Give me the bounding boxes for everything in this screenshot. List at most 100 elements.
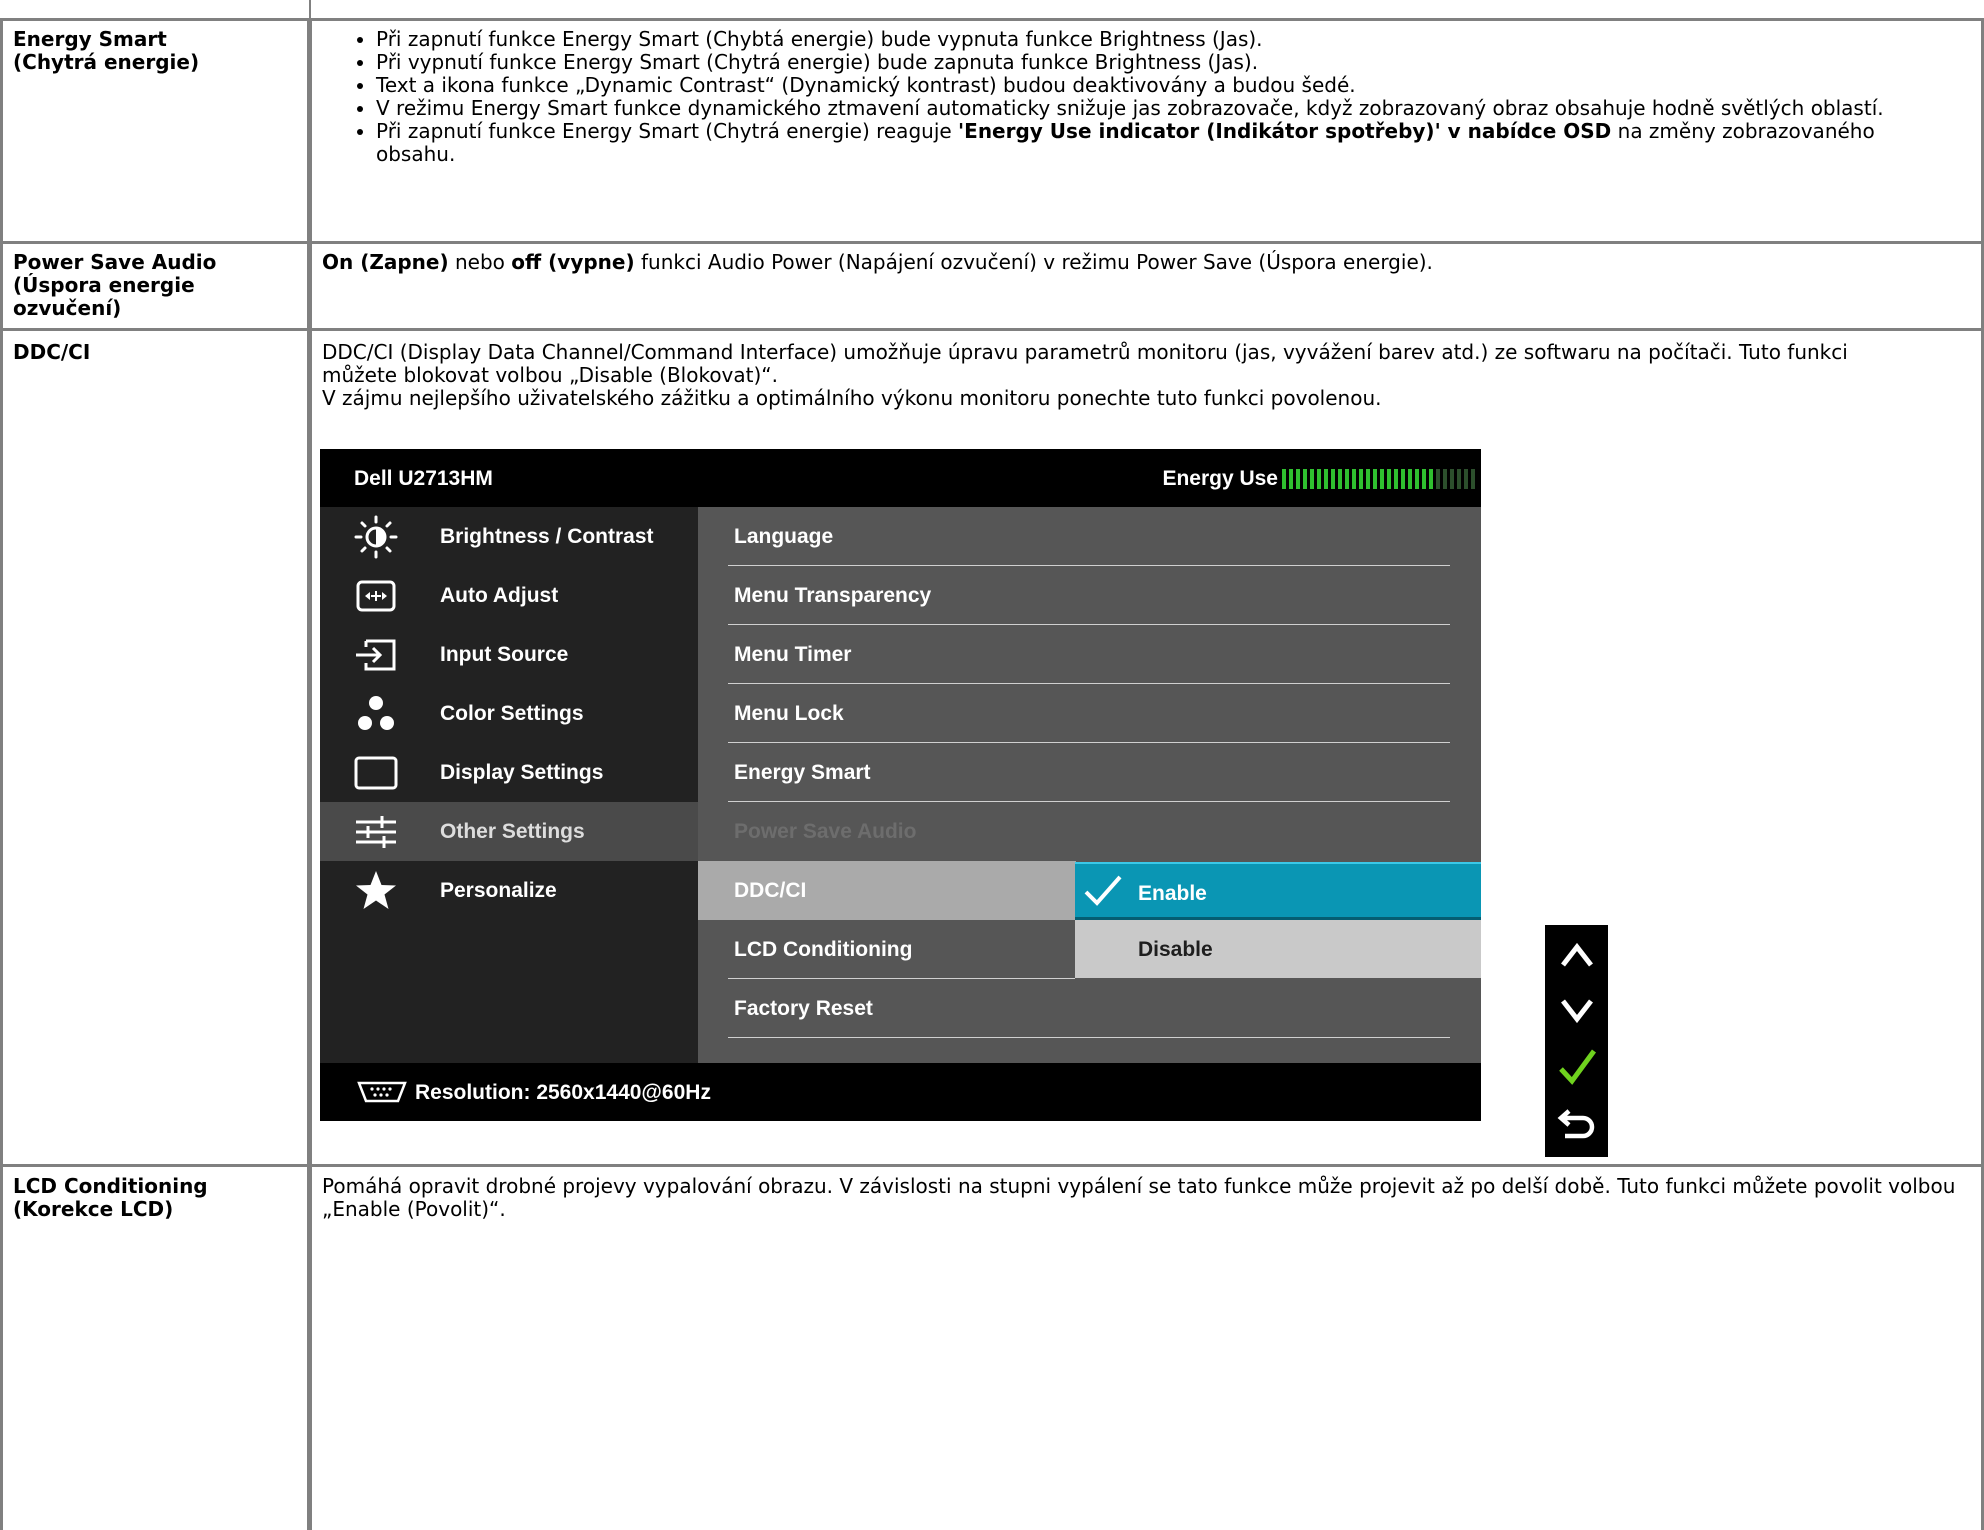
osd-header: Dell U2713HM Energy Use (320, 449, 1481, 507)
label-line: DDC/CI (13, 340, 91, 364)
label-line: (Korekce LCD) (13, 1197, 174, 1221)
bullet-list: Při zapnutí funkce Energy Smart (Chybtá … (320, 28, 1975, 166)
energy-bar-segment (1401, 469, 1405, 489)
label-line: Energy Smart (13, 27, 167, 51)
list-item: Při zapnutí funkce Energy Smart (Chybtá … (376, 28, 1975, 51)
table-border-mid (307, 18, 312, 1530)
submenu-item-label: Language (734, 525, 834, 548)
menu-item-label: Color Settings (440, 702, 584, 725)
energy-bar-segment (1338, 469, 1342, 489)
check-icon[interactable] (1555, 1045, 1599, 1089)
submenu-item-lcd-conditioning[interactable]: LCD Conditioning (698, 920, 1075, 979)
energy-bar-segment (1450, 469, 1454, 489)
check-icon (1084, 875, 1122, 906)
back-icon[interactable] (1555, 1101, 1599, 1145)
energy-bar-segment (1457, 469, 1461, 489)
up-arrow-icon[interactable] (1555, 933, 1599, 977)
row-desc-ddc-ci: DDC/CI (Display Data Channel/Command Int… (322, 341, 1927, 410)
menu-item-other-settings[interactable]: Other Settings (320, 802, 698, 861)
divider (728, 1037, 1450, 1038)
submenu-item-label: Menu Transparency (734, 584, 932, 607)
brightness-icon (354, 515, 398, 559)
energy-bar-segment (1408, 469, 1412, 489)
submenu-item-factory-reset[interactable]: Factory Reset (698, 979, 1450, 1038)
energy-bar-segment (1359, 469, 1363, 489)
submenu-item-energy-smart[interactable]: Energy Smart (698, 743, 1450, 802)
menu-item-auto-adjust[interactable]: Auto Adjust (320, 566, 698, 625)
submenu-item-ddc-ci[interactable]: DDC/CI (698, 861, 1076, 920)
paragraph: V zájmu nejlepšího uživatelského zážitku… (322, 386, 1382, 410)
row-desc-energy-smart: Při zapnutí funkce Energy Smart (Chybtá … (320, 28, 1975, 166)
option-enable[interactable]: Enable (1075, 862, 1481, 920)
menu-item-personalize[interactable]: Personalize (320, 861, 698, 920)
bold-text: 'Energy Use indicator (Indikátor spotřeb… (958, 119, 1612, 143)
color-settings-icon (358, 696, 394, 730)
display-settings-icon (354, 756, 398, 790)
submenu-item-label: DDC/CI (734, 879, 807, 902)
submenu-item-label: Power Save Audio (734, 820, 917, 843)
energy-bar-segment (1415, 469, 1419, 489)
energy-bar-segment (1317, 469, 1321, 489)
energy-bar-segment (1429, 469, 1433, 489)
list-item: V režimu Energy Smart funkce dynamického… (376, 97, 1975, 120)
energy-bar-segment (1471, 469, 1475, 489)
menu-item-label: Personalize (440, 879, 557, 902)
submenu-item-label: Factory Reset (734, 997, 873, 1020)
text: funkci Audio Power (Napájení ozvučení) v… (634, 250, 1433, 274)
menu-item-label: Other Settings (440, 820, 585, 843)
bold-text: On (Zapne) (322, 250, 449, 274)
input-source-icon (356, 639, 396, 671)
submenu-item-menu-transparency[interactable]: Menu Transparency (698, 566, 1450, 625)
text: Při zapnutí funkce Energy Smart (Chytrá … (376, 119, 959, 143)
table-border (0, 18, 1984, 21)
row-desc-power-save-audio: On (Zapne) nebo off (vypne) funkci Audio… (322, 251, 1972, 274)
label-line: Power Save Audio (13, 250, 217, 274)
osd-footer: Resolution: 2560x1440@60Hz (320, 1063, 1481, 1121)
option-disable[interactable]: Disable (1075, 920, 1481, 978)
submenu-item-menu-lock[interactable]: Menu Lock (698, 684, 1450, 743)
energy-bar-segment (1345, 469, 1349, 489)
osd-menu-screenshot: Dell U2713HM Energy Use Brightness / Con… (320, 449, 1481, 1121)
submenu-item-language[interactable]: Language (698, 507, 1450, 566)
auto-adjust-icon (356, 580, 396, 612)
osd-model-name: Dell U2713HM (354, 467, 493, 490)
down-arrow-icon[interactable] (1555, 989, 1599, 1033)
row-desc-lcd-conditioning: Pomáhá opravit drobné projevy vypalování… (322, 1175, 1962, 1221)
energy-bar-segment (1310, 469, 1314, 489)
energy-bar-segment (1394, 469, 1398, 489)
row-label-lcd-conditioning: LCD Conditioning (Korekce LCD) (13, 1175, 303, 1221)
menu-item-label: Input Source (440, 643, 569, 666)
menu-item-label: Brightness / Contrast (440, 525, 654, 548)
other-settings-icon (356, 816, 396, 848)
star-icon (356, 871, 396, 909)
energy-bar-segment (1331, 469, 1335, 489)
option-label: Enable (1138, 882, 1207, 905)
energy-bar-segment (1289, 469, 1293, 489)
energy-bar-segment (1366, 469, 1370, 489)
table-border (0, 241, 1984, 244)
energy-bar-segment (1352, 469, 1356, 489)
submenu-item-menu-timer[interactable]: Menu Timer (698, 625, 1450, 684)
energy-bar-segment (1464, 469, 1468, 489)
energy-bar-segment (1324, 469, 1328, 489)
table-border (0, 328, 1984, 331)
menu-item-brightness-contrast[interactable]: Brightness / Contrast (320, 507, 698, 566)
list-item: Při vypnutí funkce Energy Smart (Chytrá … (376, 51, 1975, 74)
menu-item-color-settings[interactable]: Color Settings (320, 684, 698, 743)
row-label-ddc-ci: DDC/CI (13, 341, 303, 364)
paragraph: Pomáhá opravit drobné projevy vypalování… (322, 1174, 1956, 1221)
energy-bar-segment (1443, 469, 1447, 489)
menu-item-label: Display Settings (440, 761, 604, 784)
energy-bar-segment (1387, 469, 1391, 489)
energy-bar-segment (1282, 469, 1286, 489)
menu-item-input-source[interactable]: Input Source (320, 625, 698, 684)
energy-bar-segment (1422, 469, 1426, 489)
label-line: (Chytrá energie) (13, 50, 200, 74)
bold-text: off (vypne) (511, 250, 635, 274)
submenu-item-label: Menu Timer (734, 643, 852, 666)
menu-item-label: Auto Adjust (440, 584, 559, 607)
energy-bar-segment (1296, 469, 1300, 489)
label-line: (Úspora energie (13, 273, 195, 297)
energy-bar-segment (1303, 469, 1307, 489)
menu-item-display-settings[interactable]: Display Settings (320, 743, 698, 802)
